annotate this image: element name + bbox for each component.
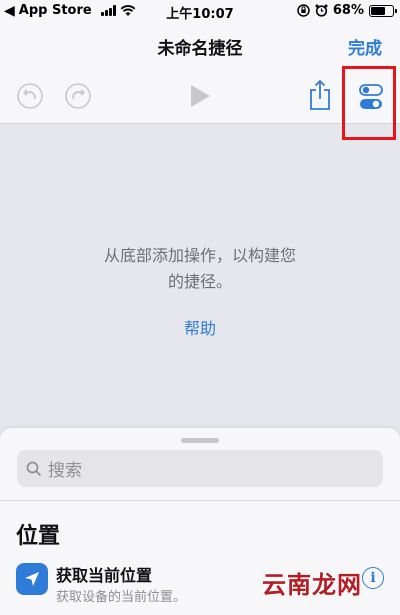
redo-icon bbox=[65, 83, 91, 109]
share-button[interactable] bbox=[306, 78, 334, 112]
empty-state-line-1: 从底部添加操作，以构建您 bbox=[103, 246, 296, 265]
section-title: 位置 bbox=[16, 524, 61, 549]
action-title: 获取当前位置 bbox=[56, 566, 153, 585]
share-icon bbox=[310, 79, 330, 110]
alarm-icon bbox=[315, 4, 328, 17]
empty-state-line-2: 的捷径。 bbox=[167, 272, 232, 291]
empty-state-message: 从底部添加操作，以构建您 的捷径。 bbox=[60, 243, 340, 295]
location-arrow-icon bbox=[16, 563, 48, 595]
battery-icon bbox=[369, 4, 397, 17]
search-placeholder: 搜索 bbox=[48, 461, 82, 481]
info-button[interactable]: i bbox=[362, 567, 384, 589]
done-button[interactable]: 完成 bbox=[348, 34, 382, 59]
redo-button[interactable] bbox=[64, 82, 92, 110]
navigation-bar: 未命名捷径 完成 bbox=[0, 22, 400, 68]
action-search-input[interactable]: 搜索 bbox=[17, 450, 383, 487]
help-link[interactable]: 帮助 bbox=[0, 315, 400, 339]
undo-button[interactable] bbox=[16, 82, 44, 110]
battery-percent: 68% bbox=[332, 3, 364, 18]
highlight-annotation-box bbox=[342, 66, 396, 140]
watermark-logo: 云南龙网 bbox=[262, 571, 362, 599]
run-button[interactable] bbox=[188, 82, 212, 110]
status-bar: ◀ App Store 上午10:07 68% bbox=[0, 0, 400, 22]
search-icon bbox=[26, 461, 42, 476]
play-icon bbox=[191, 85, 210, 107]
sheet-divider bbox=[0, 500, 400, 501]
page-title: 未命名捷径 bbox=[157, 39, 243, 59]
sheet-grabber[interactable] bbox=[181, 438, 219, 443]
editor-toolbar bbox=[0, 68, 400, 124]
orientation-lock-icon bbox=[297, 4, 310, 17]
action-subtitle: 获取设备的当前位置。 bbox=[56, 590, 187, 605]
undo-icon bbox=[17, 83, 43, 109]
